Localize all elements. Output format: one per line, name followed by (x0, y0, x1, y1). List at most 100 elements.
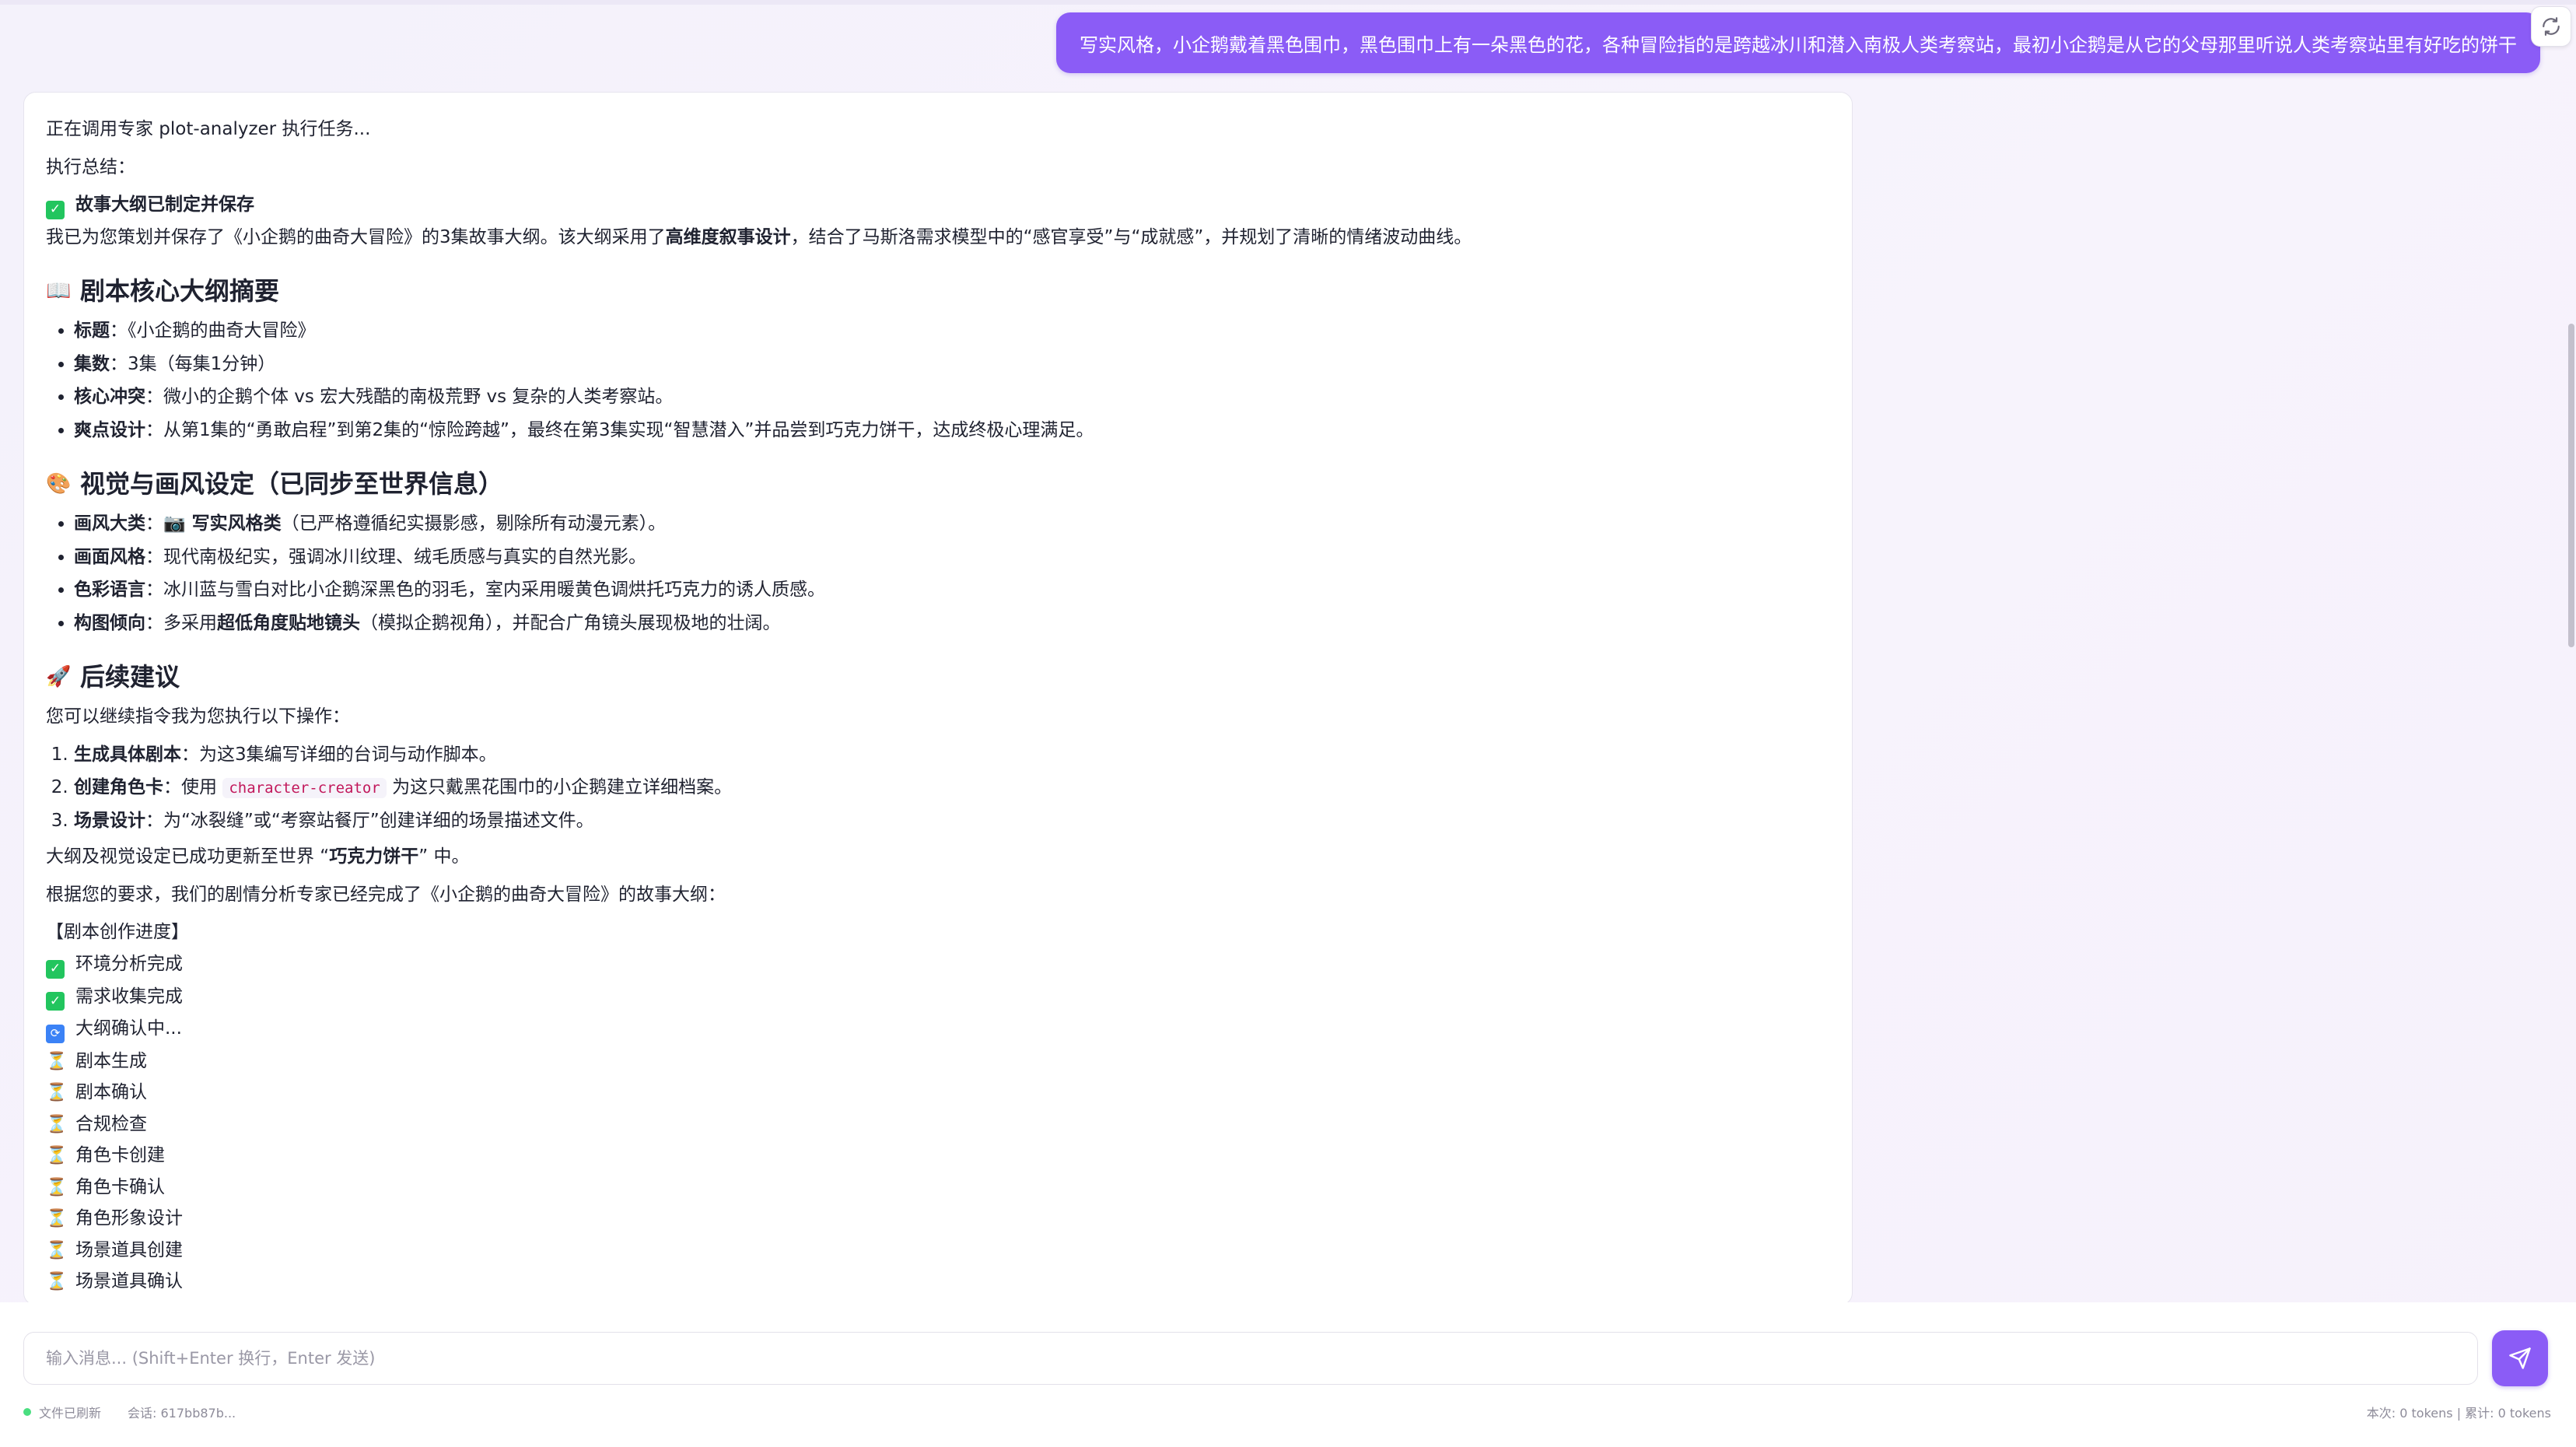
progress-item: ⏳ 合规检查 (46, 1111, 1830, 1138)
progress-item: ⏳ 剧本确认 (46, 1079, 1830, 1106)
progress-item-text: 场景道具创建 (75, 1239, 183, 1260)
send-icon (2509, 1347, 2531, 1369)
next-step-item: 生成具体剧本：为这3集编写详细的台词与动作脚本。 (74, 741, 1830, 769)
progress-item-text: 剧本生成 (75, 1050, 147, 1071)
updated-line: 大纲及视觉设定已成功更新至世界 “巧克力饼干” 中。 (46, 843, 1830, 871)
visual-item-label: 画面风格 (74, 546, 145, 567)
check-icon: ✓ (46, 200, 65, 219)
intro-bold: 高维度叙事设计 (665, 226, 791, 247)
summary-item: 核心冲突：微小的企鹅个体 vs 宏大残酷的南极荒野 vs 复杂的人类考察站。 (74, 384, 1830, 411)
camera-icon: 📷 (163, 513, 186, 534)
progress-item-text: 合规检查 (75, 1113, 147, 1134)
intro-post: ，结合了马斯洛需求模型中的“感官享受”与“成就感”，并规划了清晰的情绪波动曲线。 (790, 226, 1472, 247)
hourglass-icon: ⏳ (46, 1083, 68, 1102)
assistant-message-card: 正在调用专家 plot-analyzer 执行任务... 执行总结： ✓ 故事大纲… (23, 92, 1853, 1305)
visual-item-text: （已严格遵循纪实摄影感，剔除所有动漫元素）。 (281, 513, 667, 534)
summary-item-label: 核心冲突 (74, 387, 145, 408)
summary-item-label: 爽点设计 (74, 419, 145, 440)
refresh-icon (2543, 17, 2560, 36)
visual-item-bold: 超低角度贴地镜头 (217, 612, 360, 633)
next-step-label: 创建角色卡 (74, 777, 163, 798)
visual-item: 画面风格：现代南极纪实，强调冰川纹理、绒毛质感与真实的自然光影。 (74, 544, 1830, 571)
next-step-label: 场景设计 (74, 810, 145, 831)
hourglass-icon: ⏳ (46, 1114, 68, 1134)
hourglass-icon: ⏳ (46, 1051, 68, 1071)
check-icon: ✓ (46, 992, 65, 1011)
updated-post: ” 中。 (418, 846, 470, 867)
check-icon: ✓ (46, 959, 65, 979)
summary-label: 执行总结： (46, 156, 135, 177)
palette-icon: 🎨 (46, 471, 72, 496)
progress-item: ✓ 需求收集完成 (46, 983, 1830, 1011)
refresh-button[interactable] (2531, 6, 2571, 47)
next-step-pre: ：为这3集编写详细的台词与动作脚本。 (181, 744, 497, 765)
section-heading-summary: 📖 剧本核心大纲摘要 (46, 272, 1830, 310)
calling-status: 正在调用专家 plot-analyzer 执行任务... (46, 119, 371, 139)
progress-item: ⏳ 角色卡创建 (46, 1142, 1830, 1169)
scrollbar[interactable] (2567, 0, 2576, 1301)
visual-item-text: （模拟企鹅视角），并配合广角镜头展现极地的壮阔。 (360, 612, 781, 633)
section-title: 后续建议 (80, 662, 180, 692)
completed-line: 根据您的要求，我们的剧情分析专家已经完成了《小企鹅的曲奇大冒险》的故事大纲： (46, 884, 726, 905)
book-icon: 📖 (46, 279, 72, 303)
next-step-post: 为这只戴黑花围巾的小企鹅建立详细档案。 (386, 777, 733, 798)
status-left: 文件已刷新 会话: 617bb87b... (23, 1403, 236, 1421)
visual-item-text: ：现代南极纪实，强调冰川纹理、绒毛质感与真实的自然光影。 (145, 546, 646, 567)
message-input[interactable] (23, 1332, 2478, 1385)
user-message-bubble: 写实风格，小企鹅戴着黑色围巾，黑色围巾上有一朵黑色的花，各种冒险指的是跨越冰川和… (1056, 12, 2540, 73)
next-step-pre: ：使用 (163, 777, 223, 798)
progress-item-text: 需求收集完成 (75, 986, 183, 1007)
visual-item: 色彩语言：冰川蓝与雪白对比小企鹅深黑色的羽毛，室内采用暖黄色调烘托巧克力的诱人质… (74, 576, 1830, 604)
progress-item: ✓ 环境分析完成 (46, 951, 1830, 979)
visual-item-label: 画风大类 (74, 513, 145, 534)
visual-item-label: 色彩语言 (74, 580, 145, 601)
progress-item: ⏳ 剧本生成 (46, 1048, 1830, 1075)
next-intro: 您可以继续指令我为您执行以下操作： (46, 706, 350, 727)
visual-list: 画风大类：📷写实风格类（已严格遵循纪实摄影感，剔除所有动漫元素）。画面风格：现代… (74, 510, 1830, 636)
summary-item: 爽点设计：从第1集的“勇敢启程”到第2集的“惊险跨越”，最终在第3集实现“智慧潜… (74, 417, 1830, 444)
visual-item: 画风大类：📷写实风格类（已严格遵循纪实摄影感，剔除所有动漫元素）。 (74, 510, 1830, 538)
updated-pre: 大纲及视觉设定已成功更新至世界 “ (46, 846, 330, 867)
send-button[interactable] (2492, 1330, 2548, 1386)
next-step-item: 创建角色卡：使用 character-creator 为这只戴黑花围巾的小企鹅建… (74, 774, 1830, 801)
user-message-text: 写实风格，小企鹅戴着黑色围巾，黑色围巾上有一朵黑色的花，各种冒险指的是跨越冰川和… (1080, 33, 2517, 56)
section-heading-visual: 🎨 视觉与画风设定（已同步至世界信息） (46, 465, 1830, 503)
progress-item-text: 角色卡创建 (75, 1145, 165, 1165)
hourglass-icon: ⏳ (46, 1146, 68, 1165)
status-bar: 文件已刷新 会话: 617bb87b... 本次: 0 tokens | 累计:… (23, 1400, 2551, 1424)
progress-item-text: 大纲确认中... (75, 1018, 182, 1039)
scrollbar-thumb[interactable] (2568, 324, 2574, 647)
next-steps-list: 生成具体剧本：为这3集编写详细的台词与动作脚本。创建角色卡：使用 charact… (74, 741, 1830, 835)
summary-list: 标题：《小企鹅的曲奇大冒险》集数：3集（每集1分钟） 核心冲突：微小的企鹅个体 v… (74, 317, 1830, 443)
progress-item-text: 角色卡确认 (75, 1176, 165, 1197)
progress-list: ✓ 环境分析完成 ✓ 需求收集完成 ⟳ 大纲确认中... ⏳ 剧本生成 ⏳ 剧本确认 ⏳ 合规检查 ⏳ 角… (46, 951, 1830, 1305)
progress-item: ⏳ 角色形象设计 (46, 1205, 1830, 1232)
visual-item-text: ：冰川蓝与雪白对比小企鹅深黑色的羽毛，室内采用暖黄色调烘托巧克力的诱人质感。 (145, 580, 825, 601)
hourglass-icon: ⏳ (46, 1177, 68, 1197)
saved-title-row: ✓ 故事大纲已制定并保存 (46, 191, 1830, 219)
visual-item-pre: ： (145, 513, 163, 534)
section-title: 剧本核心大纲摘要 (80, 276, 280, 307)
section-heading-next: 🚀 后续建议 (46, 658, 1830, 695)
visual-item-pre: ：多采用 (145, 612, 217, 633)
next-step-code: character-creator (222, 778, 387, 799)
progress-item: ⏳ 角色卡确认 (46, 1174, 1830, 1201)
summary-item-text: ：《小企鹅的曲奇大冒险》 (110, 321, 316, 342)
next-step-item: 场景设计：为“冰裂缝”或“考察站餐厅”创建详细的场景描述文件。 (74, 808, 1830, 835)
hourglass-icon: ⏳ (46, 1209, 68, 1228)
sync-icon: ⟳ (46, 1024, 65, 1043)
intro-pre: 我已为您策划并保存了《小企鹅的曲奇大冒险》的3集故事大纲。该大纲采用了 (46, 226, 666, 247)
summary-item-label: 标题 (74, 321, 110, 342)
progress-title: 【剧本创作进度】 (46, 922, 189, 943)
next-step-pre: ：为“冰裂缝”或“考察站餐厅”创建详细的场景描述文件。 (145, 810, 594, 831)
summary-item-text: ：3集（每集1分钟） (110, 353, 276, 374)
rocket-icon: 🚀 (46, 664, 72, 688)
section-title: 视觉与画风设定（已同步至世界信息） (80, 469, 504, 499)
updated-bold: 巧克力饼干 (329, 846, 419, 867)
progress-item-text: 角色形象设计 (75, 1208, 183, 1228)
summary-item: 集数：3集（每集1分钟） (74, 351, 1830, 378)
summary-item-text: ：从第1集的“勇敢启程”到第2集的“惊险跨越”，最终在第3集实现“智慧潜入”并品… (145, 419, 1094, 440)
saved-title: 故事大纲已制定并保存 (75, 194, 254, 215)
progress-item: ⏳ 场景道具确认 (46, 1268, 1830, 1295)
top-edge (0, 0, 2576, 5)
